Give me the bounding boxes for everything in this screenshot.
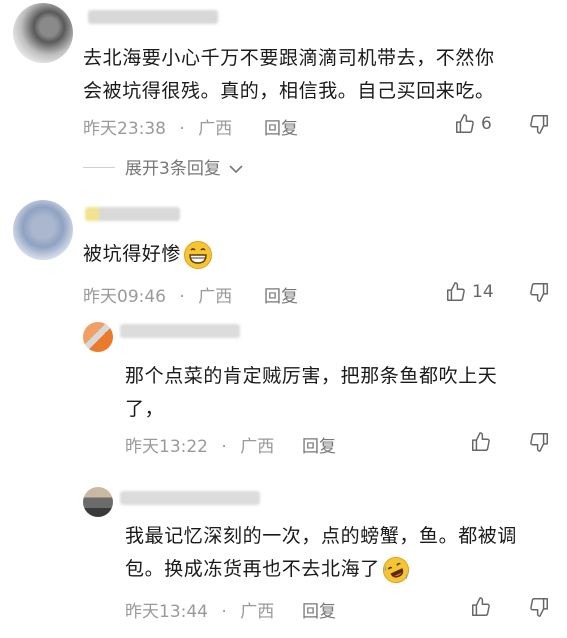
reply-line-1: 那个点菜的肯定贼厉害，把那条鱼都吹上天 xyxy=(125,365,498,387)
reply-meta: 昨天13:44 · 广西 xyxy=(125,597,274,622)
expand-label: 展开3条回复 xyxy=(125,159,221,179)
region: 广西 xyxy=(198,119,233,139)
reply-meta: 昨天13:22 · 广西 xyxy=(125,432,274,457)
avatar[interactable] xyxy=(13,3,73,63)
thumb-down-icon[interactable] xyxy=(528,281,550,303)
comment-line-1: 去北海要小心千万不要跟滴滴司机带去，不然你 xyxy=(83,47,495,69)
rofl-emoji-icon xyxy=(382,556,409,583)
reply-text: 那个点菜的肯定贼厉害，把那条鱼都吹上天 了， xyxy=(125,360,565,426)
region: 广西 xyxy=(240,437,275,457)
timestamp: 昨天13:44 xyxy=(125,602,208,622)
reply-button[interactable]: 回复 xyxy=(302,432,336,457)
grinning-emoji-icon xyxy=(184,240,213,269)
expand-divider xyxy=(83,167,115,168)
thumb-down-icon[interactable] xyxy=(528,431,550,453)
timestamp: 昨天13:22 xyxy=(125,437,208,457)
chevron-down-icon xyxy=(229,165,243,174)
comment-text: 去北海要小心千万不要跟滴滴司机带去，不然你 会被坑得很残。真的，相信我。自己买回… xyxy=(83,42,563,108)
timestamp: 昨天09:46 xyxy=(83,287,166,307)
region: 广西 xyxy=(240,602,275,622)
comment-line-2: 会被坑得很残。真的，相信我。自己买回来吃。 xyxy=(83,80,495,102)
dot-separator: · xyxy=(179,119,185,139)
reply-line-2: 包。换成冻货再也不去北海了 xyxy=(125,553,565,586)
username-blurred[interactable] xyxy=(120,324,240,338)
comment-meta: 昨天09:46 · 广西 xyxy=(83,282,232,307)
thumb-down-icon[interactable] xyxy=(528,113,550,135)
username-blurred[interactable] xyxy=(85,207,180,221)
avatar[interactable] xyxy=(13,200,73,260)
reply-line-1: 我最记忆深刻的一次，点的螃蟹，鱼。都被调 xyxy=(125,525,518,547)
thumb-up-icon[interactable] xyxy=(454,113,476,135)
thumb-up-icon[interactable] xyxy=(445,281,467,303)
comment-line-1: 被坑得好惨 xyxy=(83,243,182,265)
username-blurred[interactable] xyxy=(120,491,260,505)
reply-button[interactable]: 回复 xyxy=(264,114,298,139)
dot-separator: · xyxy=(179,287,185,307)
like-count: 14 xyxy=(472,282,494,302)
username-blurred[interactable] xyxy=(88,10,218,24)
avatar[interactable] xyxy=(83,487,113,517)
region: 广西 xyxy=(198,287,233,307)
reply-button[interactable]: 回复 xyxy=(302,597,336,622)
avatar[interactable] xyxy=(83,322,113,352)
dot-separator: · xyxy=(221,602,227,622)
reply-line-2: 了， xyxy=(125,398,165,420)
expand-replies-button[interactable]: 展开3条回复 xyxy=(125,154,244,179)
thumb-up-icon[interactable] xyxy=(470,431,492,453)
reply-line-2-text: 包。换成冻货再也不去北海了 xyxy=(125,558,380,580)
like-count: 6 xyxy=(481,114,492,134)
comment-meta: 昨天23:38 · 广西 xyxy=(83,114,232,139)
reply-text: 我最记忆深刻的一次，点的螃蟹，鱼。都被调 包。换成冻货再也不去北海了 xyxy=(125,520,565,586)
timestamp: 昨天23:38 xyxy=(83,119,166,139)
thumb-up-icon[interactable] xyxy=(470,596,492,618)
comment-text: 被坑得好惨 xyxy=(83,238,213,271)
dot-separator: · xyxy=(221,437,227,457)
thumb-down-icon[interactable] xyxy=(528,596,550,618)
reply-button[interactable]: 回复 xyxy=(264,282,298,307)
